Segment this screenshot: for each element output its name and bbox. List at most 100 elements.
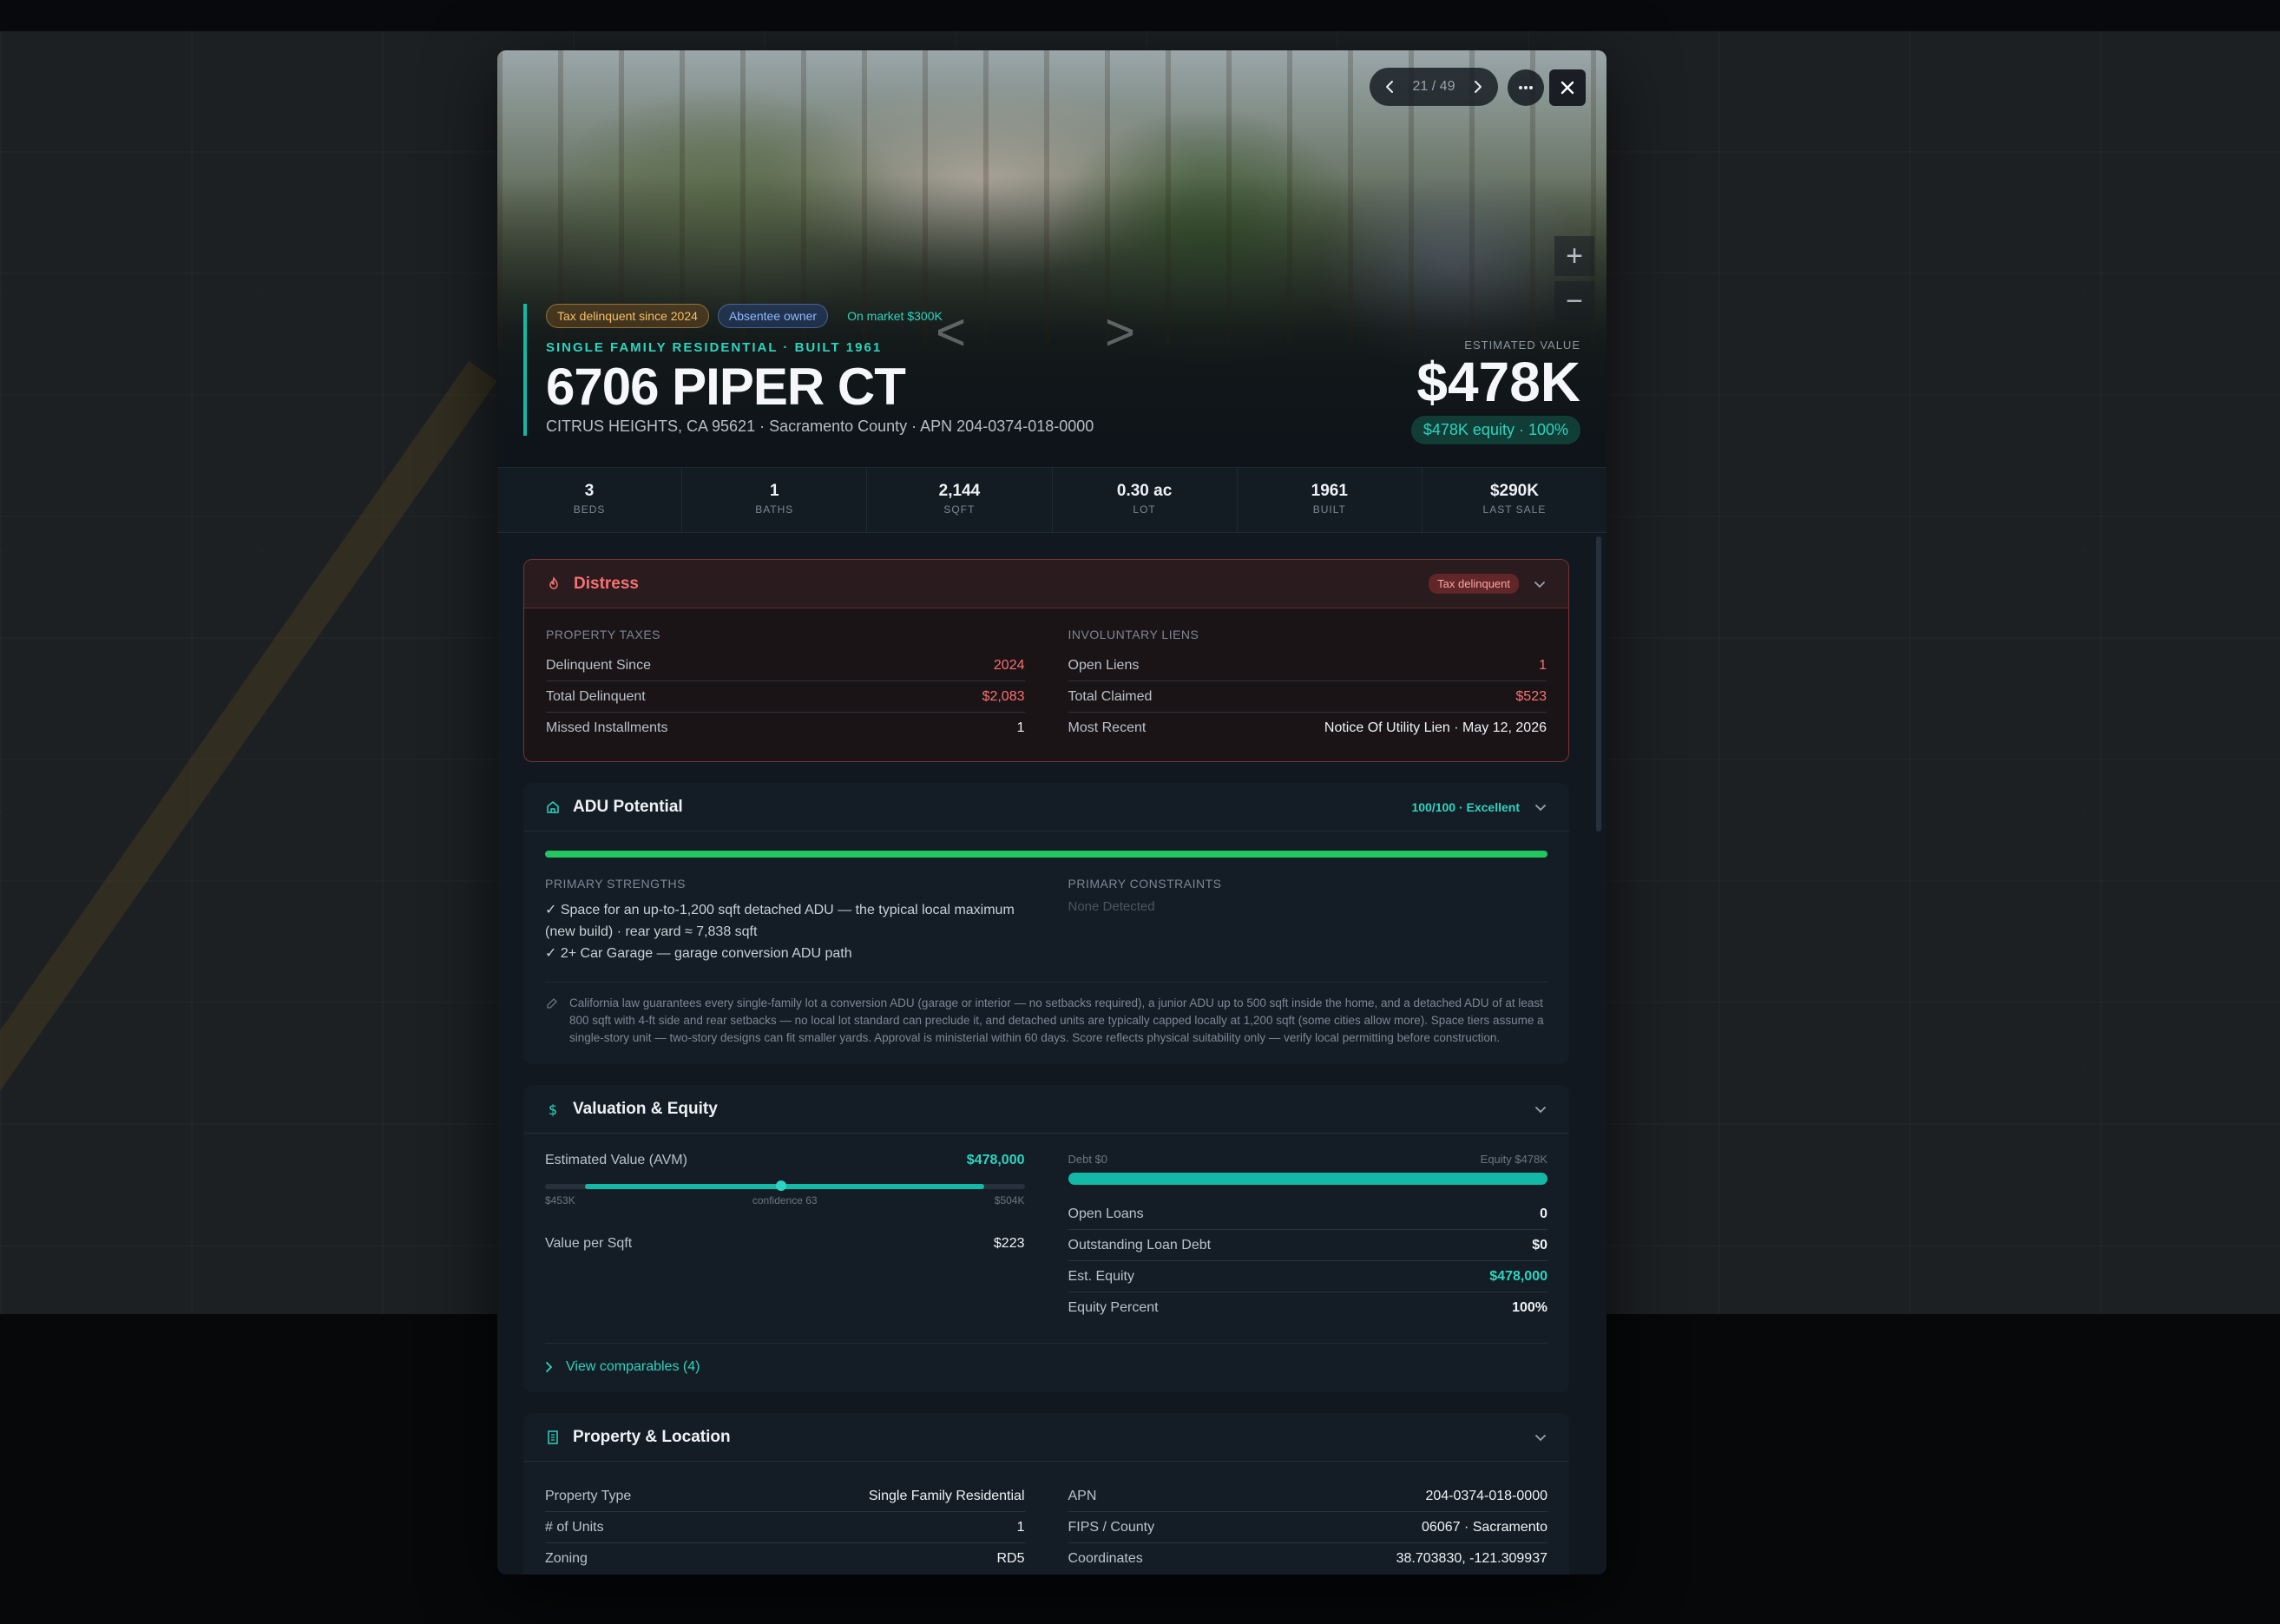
row-label: Delinquent Since (546, 657, 651, 673)
row-label: Total Claimed (1068, 688, 1153, 704)
tag-tax-delinquent: Tax delinquent since 2024 (546, 304, 709, 328)
property-address: 6706 PIPER CT (546, 358, 906, 416)
primary-strengths-column: PRIMARY STRENGTHS ✓ Space for an up-to-1… (545, 877, 1025, 964)
confidence-score: confidence 63 (752, 1194, 818, 1206)
stat-beds: 3 BEDS (497, 468, 683, 532)
photo-counter: 21 / 49 (1412, 79, 1455, 94)
row-label: Outstanding Loan Debt (1068, 1237, 1212, 1253)
stat-value: 2,144 (938, 482, 981, 500)
table-row: Zoning RD5 (545, 1543, 1025, 1575)
row-value: $0 (1532, 1237, 1547, 1253)
row-value: 1 (1539, 657, 1547, 673)
row-label: Total Delinquent (546, 688, 646, 704)
modal-content: Distress Tax delinquent PROPERTY TAXES D… (497, 533, 1607, 1575)
distress-header[interactable]: Distress Tax delinquent (524, 560, 1568, 608)
estimated-value-block: ESTIMATED VALUE $478K $478K equity · 100… (1410, 339, 1580, 445)
adu-note: California law guarantees every single-f… (545, 982, 1547, 1047)
value-per-sqft-row: Value per Sqft $223 (545, 1236, 1025, 1252)
property-taxes-column: PROPERTY TAXES Delinquent Since 2024 Tota… (546, 628, 1025, 744)
estimated-value-label: ESTIMATED VALUE (1464, 339, 1580, 352)
stat-label: BUILT (1312, 503, 1346, 516)
involuntary-liens-column: INVOLUNTARY LIENS Open Liens 1 Total Clai… (1068, 628, 1547, 744)
stat-value: 3 (584, 482, 595, 500)
flame-icon (546, 575, 563, 593)
valuation-title: Valuation & Equity (573, 1099, 718, 1118)
distress-body: PROPERTY TAXES Delinquent Since 2024 Tota… (524, 608, 1568, 761)
row-label: APN (1068, 1488, 1097, 1503)
row-label: FIPS / County (1068, 1519, 1155, 1535)
valuation-header[interactable]: $ Valuation & Equity (523, 1085, 1569, 1134)
adu-score: 100/100 · Excellent (1411, 799, 1520, 814)
debt-equity-labels: Debt $0 Equity $478K (1068, 1153, 1548, 1166)
debt-label: Debt $0 (1068, 1153, 1108, 1166)
chevron-down-icon[interactable] (1533, 577, 1547, 591)
row-value: RD5 (996, 1551, 1025, 1566)
row-label: Property Type (545, 1488, 632, 1503)
view-comparables-label: View comparables (4) (566, 1359, 700, 1374)
zoom-in-button[interactable]: + (1554, 236, 1594, 276)
equity-bar-fill (1068, 1173, 1547, 1185)
distress-title: Distress (574, 574, 639, 593)
distress-badge: Tax delinquent (1429, 574, 1519, 594)
more-button[interactable] (1508, 69, 1544, 106)
stat-label: BEDS (573, 503, 606, 516)
property-subaddress: CITRUS HEIGHTS, CA 95621 · Sacramento Co… (546, 418, 1094, 435)
row-value: $2,083 (982, 688, 1025, 704)
row-value: 100% (1512, 1300, 1547, 1315)
stat-built: 1961 BUILT (1238, 468, 1423, 532)
stat-value: 1 (769, 482, 779, 500)
adu-header[interactable]: ADU Potential 100/100 · Excellent (523, 783, 1569, 832)
row-label: Est. Equity (1068, 1268, 1134, 1284)
view-comparables-link[interactable]: View comparables (4) (545, 1343, 1547, 1375)
row-value: 2024 (993, 657, 1025, 673)
avm-column: Estimated Value (AVM) $478,000 $453K con… (545, 1153, 1025, 1324)
row-label: # of Units (545, 1519, 604, 1535)
table-row: Outstanding Loan Debt $0 (1068, 1230, 1547, 1261)
adu-title: ADU Potential (573, 797, 683, 816)
range-low: $453K (545, 1194, 575, 1206)
chevron-down-icon[interactable] (1534, 800, 1547, 814)
close-icon (1561, 81, 1574, 95)
stat-lot: 0.30 ac LOT (1053, 468, 1238, 532)
chevron-right-icon[interactable] (1469, 78, 1486, 95)
property-photo: 21 / 49 + − < > Tax delinquent since 202… (497, 50, 1607, 467)
range-high: $504K (994, 1194, 1025, 1206)
table-row: Most Recent Notice Of Utility Lien · May … (1068, 713, 1547, 744)
location-title: Property & Location (573, 1427, 731, 1446)
zoom-out-icon: − (1566, 284, 1583, 318)
location-left-column: Property Type Single Family Residential #… (545, 1481, 1025, 1575)
distress-header-right: Tax delinquent (1429, 574, 1547, 594)
avm-marker (775, 1180, 786, 1191)
confidence-labels: $453K confidence 63 $504K (545, 1194, 1025, 1206)
close-button[interactable] (1549, 69, 1586, 106)
dollar-icon: $ (545, 1101, 562, 1118)
zoom-out-button[interactable]: − (1554, 281, 1594, 321)
primary-strengths-label: PRIMARY STRENGTHS (545, 877, 687, 891)
property-header: Tax delinquent since 2024 Absentee owner… (523, 304, 1131, 436)
zoom-in-icon: + (1566, 239, 1583, 273)
table-row: Property Type Single Family Residential (545, 1481, 1025, 1512)
stat-value: 0.30 ac (1116, 482, 1173, 500)
chevron-down-icon[interactable] (1534, 1430, 1547, 1444)
location-header[interactable]: Property & Location (523, 1413, 1569, 1462)
equity-label: Equity $478K (1480, 1153, 1547, 1166)
row-value: $523 (1515, 688, 1547, 704)
row-label: Most Recent (1068, 720, 1147, 735)
chevron-down-icon[interactable] (1534, 1102, 1547, 1116)
row-value: 06067 · Sacramento (1422, 1519, 1547, 1535)
property-taxes-label: PROPERTY TAXES (546, 628, 661, 641)
adu-header-right: 100/100 · Excellent (1411, 800, 1547, 814)
valuation-section: $ Valuation & Equity Estimated Value (AV… (523, 1085, 1569, 1392)
adu-section: ADU Potential 100/100 · Excellent PRIMAR… (523, 783, 1569, 1064)
vps-label: Value per Sqft (545, 1236, 633, 1251)
location-right-column: APN 204-0374-018-0000 FIPS / County 06067 … (1068, 1481, 1547, 1575)
table-row: Missed Installments 1 (546, 713, 1025, 744)
row-value: $478,000 (1489, 1268, 1547, 1284)
tag-absentee-owner: Absentee owner (717, 304, 829, 328)
avm-value: $478,000 (966, 1153, 1025, 1167)
estimated-value: $478K (1416, 351, 1580, 413)
list-item: ✓ Space for an up-to-1,200 sqft detached… (545, 903, 1015, 939)
tag-on-market: On market $300K (847, 309, 943, 323)
chevron-left-icon[interactable] (1382, 78, 1399, 95)
stat-label: LAST SALE (1482, 503, 1547, 516)
